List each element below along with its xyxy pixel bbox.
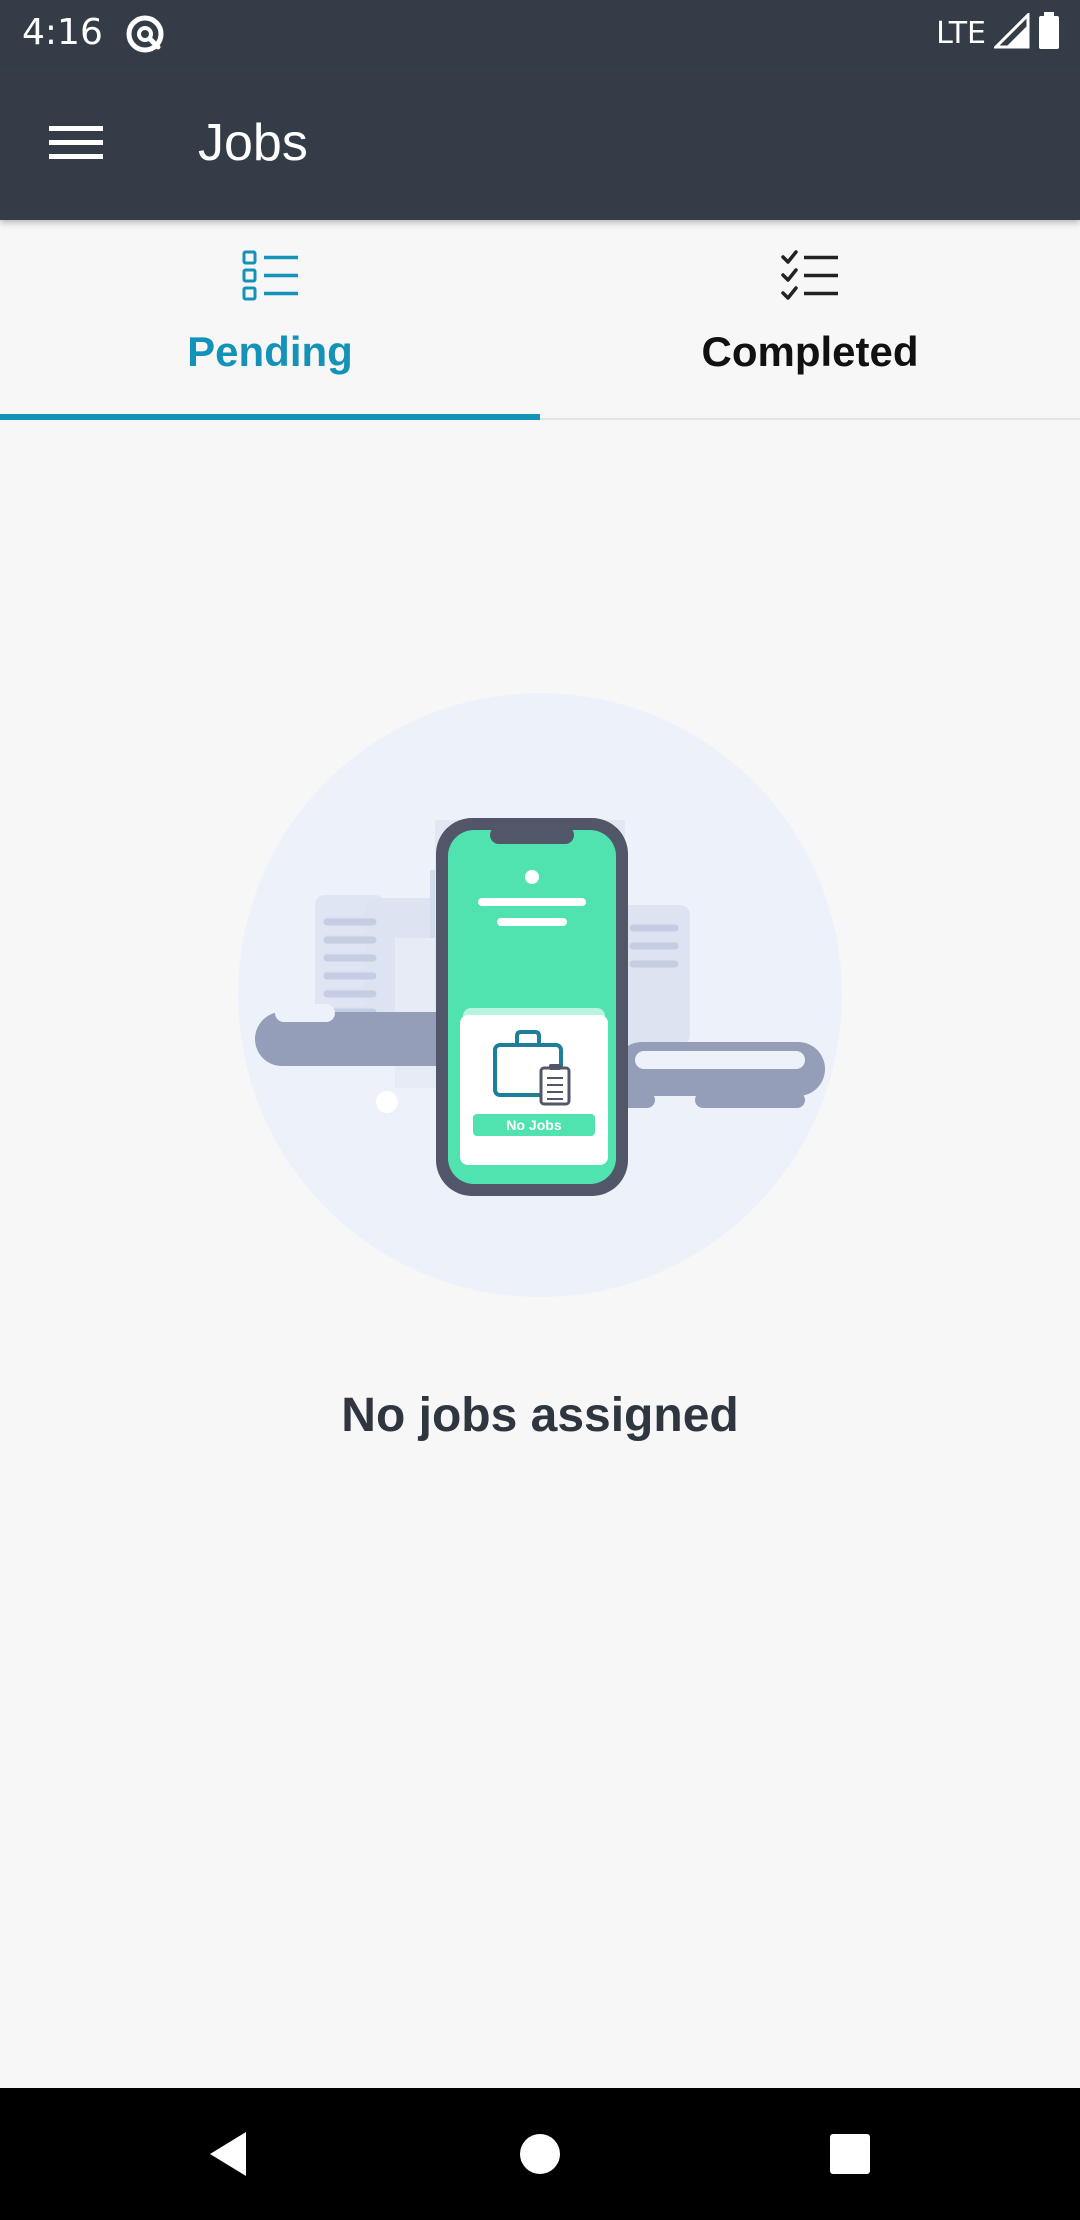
status-time: 4:16 — [22, 12, 103, 53]
back-triangle-icon — [210, 2132, 246, 2176]
signal-icon — [992, 11, 1030, 53]
home-circle-icon — [520, 2134, 560, 2174]
menu-button[interactable] — [36, 108, 116, 178]
jobs-screen: 4:16 LTE Jobs Pending Completed No Jobs … — [0, 0, 1080, 2220]
job-tabs: Pending Completed — [0, 220, 1080, 420]
home-button[interactable] — [500, 2114, 580, 2194]
tab-pending-label: Pending — [187, 328, 353, 375]
status-bar: 4:16 LTE — [0, 0, 1080, 66]
app-notification-icon — [124, 13, 166, 55]
tab-completed-label: Completed — [701, 328, 919, 375]
tab-completed[interactable]: Completed — [540, 220, 1080, 418]
page-title: Jobs — [198, 114, 308, 172]
system-nav-bar — [0, 2088, 1080, 2220]
network-type: LTE — [936, 15, 986, 51]
back-button[interactable] — [188, 2114, 268, 2194]
status-indicators: LTE — [936, 10, 1060, 56]
app-bar: Jobs — [0, 66, 1080, 220]
recents-square-icon — [830, 2134, 870, 2174]
no-jobs-illustration: No Jobs — [238, 693, 842, 1297]
list-icon — [242, 250, 298, 301]
checklist-icon — [781, 250, 838, 300]
battery-icon — [1038, 12, 1060, 54]
hamburger-menu-icon — [49, 126, 103, 159]
tab-pending[interactable]: Pending — [0, 220, 540, 420]
recents-button[interactable] — [810, 2114, 890, 2194]
empty-state-message: No jobs assigned — [341, 1389, 739, 1442]
active-tab-indicator — [0, 414, 540, 420]
illustration-caption: No Jobs — [506, 1117, 561, 1133]
